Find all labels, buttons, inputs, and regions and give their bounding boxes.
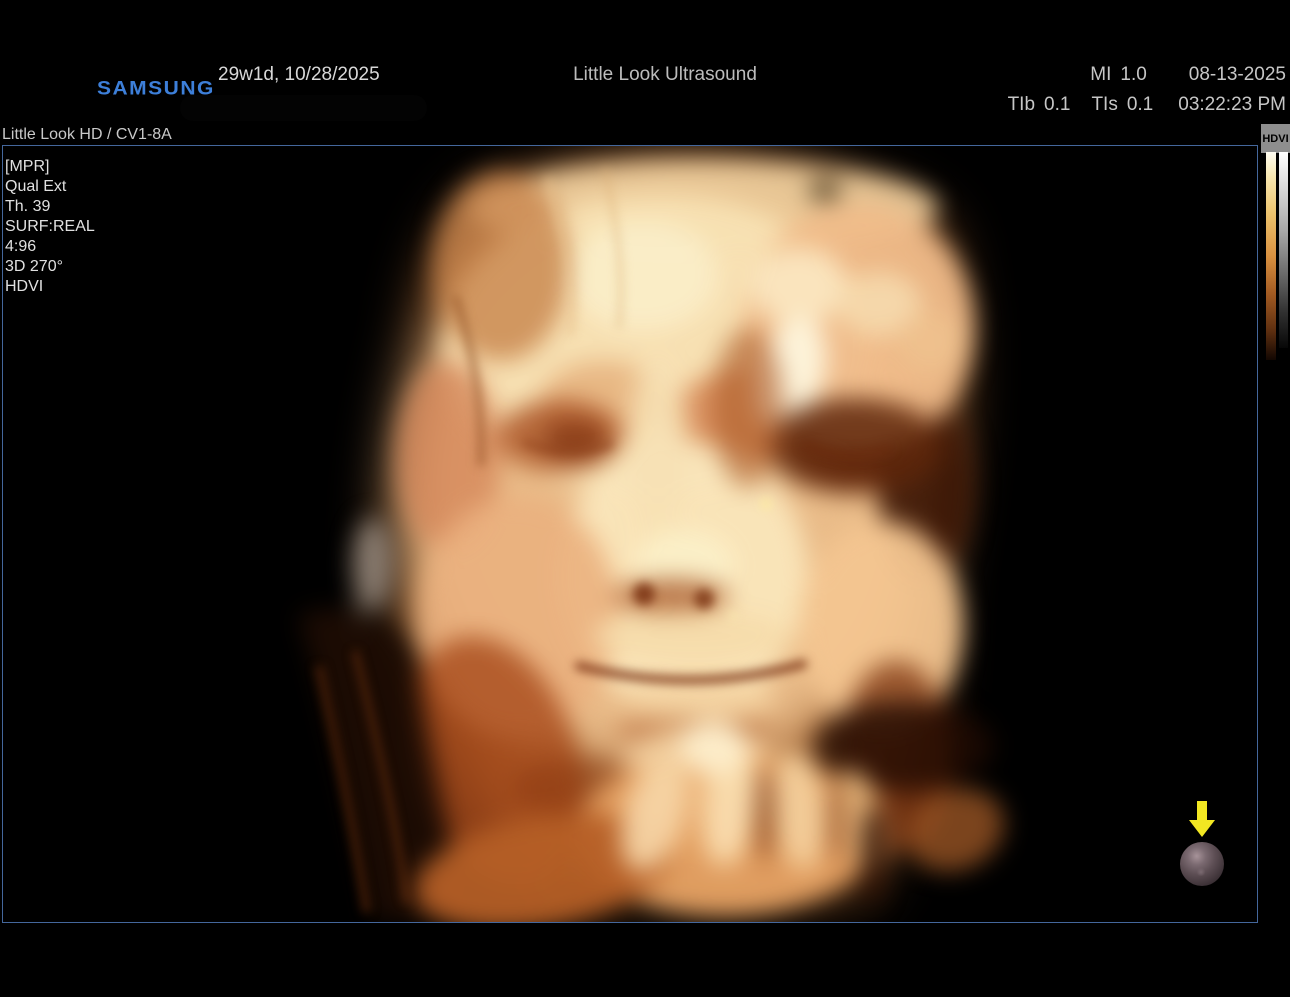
orientation-arrow-icon — [1189, 801, 1215, 839]
ultrasound-screen: { "header": { "brand": "SAMSUNG", "exam_… — [0, 0, 1290, 997]
system-time: 03:22:23 PM — [1178, 94, 1286, 116]
render-mode: [MPR] — [5, 157, 95, 177]
tib-readout: TIb 0.1 — [1008, 94, 1071, 116]
tib-value: 0.1 — [1044, 94, 1070, 116]
tis-value: 0.1 — [1127, 94, 1153, 116]
render-rotation: 3D 270° — [5, 257, 95, 277]
colorbar-gray — [1279, 152, 1288, 348]
render-surface: SURF:REAL — [5, 217, 95, 237]
mi-readout: MI 1.0 — [1090, 64, 1147, 86]
ultrasound-image-area: [MPR] Qual Ext Th. 39 SURF:REAL 4:96 3D … — [2, 145, 1258, 923]
acoustic-output-row-2: TIb 0.1 TIs 0.1 03:22:23 PM — [1008, 94, 1286, 116]
acoustic-output-row-1: MI 1.0 08-13-2025 — [1090, 64, 1286, 86]
fetal-3d-render — [3, 146, 1257, 922]
render-hdvi: HDVI — [5, 277, 95, 297]
redacted-patient-info — [180, 95, 427, 121]
colorbar-sepia — [1266, 152, 1276, 360]
render-parameters: [MPR] Qual Ext Th. 39 SURF:REAL 4:96 3D … — [5, 157, 95, 297]
tis-readout: TIs 0.1 — [1091, 94, 1153, 116]
tis-label: TIs — [1091, 94, 1117, 116]
orientation-sphere — [1180, 842, 1224, 886]
system-date: 08-13-2025 — [1189, 64, 1286, 86]
exam-info: 29w1d, 10/28/2025 — [218, 64, 380, 86]
tib-label: TIb — [1008, 94, 1035, 116]
clinic-name: Little Look Ultrasound — [573, 64, 757, 86]
render-quality: Qual Ext — [5, 177, 95, 197]
mi-label: MI — [1090, 64, 1111, 86]
mi-value: 1.0 — [1120, 64, 1146, 86]
preset-probe-label: Little Look HD / CV1-8A — [2, 126, 172, 144]
orientation-marker — [1179, 801, 1225, 886]
render-mix-ratio: 4:96 — [5, 237, 95, 257]
hdvi-status-badge: HDVI — [1261, 124, 1290, 153]
render-thickness: Th. 39 — [5, 197, 95, 217]
